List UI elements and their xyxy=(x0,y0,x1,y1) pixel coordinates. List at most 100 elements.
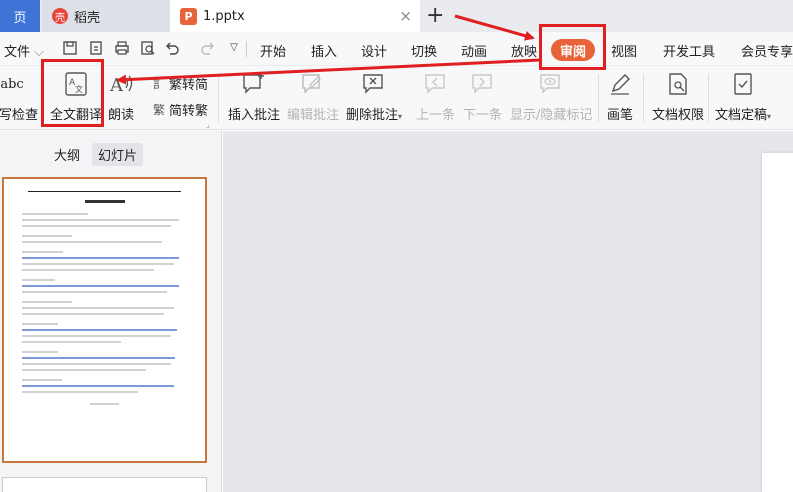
export-pdf-icon[interactable] xyxy=(88,40,104,56)
tab-slides[interactable]: 幻灯片 xyxy=(92,143,144,166)
close-tab-icon[interactable]: × xyxy=(399,7,412,25)
read-aloud-button[interactable]: A 朗读 xyxy=(107,70,135,123)
thumbnail-text-line xyxy=(22,235,72,237)
review-tab-highlight xyxy=(539,24,606,70)
thumbnail-text-line xyxy=(22,291,168,293)
next-comment-button[interactable]: 下一条 xyxy=(463,70,502,123)
thumbnail-text-line xyxy=(22,391,138,393)
new-tab-icon[interactable]: + xyxy=(426,3,444,28)
simp-to-trad-icon: 繁 xyxy=(153,103,166,117)
thumbnail-text-line xyxy=(22,225,171,227)
thumbnail-title-rule xyxy=(28,191,181,192)
docer-logo-icon: 壳 xyxy=(52,8,68,24)
ribbon-separator xyxy=(643,74,644,122)
svg-text:A: A xyxy=(109,75,124,96)
save-icon[interactable] xyxy=(62,40,78,56)
thumbnail-text-line xyxy=(22,219,179,221)
thumbnail-text-line xyxy=(22,213,88,215)
toggle-marks-button[interactable]: 显示/隐藏标记 xyxy=(510,70,592,123)
docer-tab-label: 稻壳 xyxy=(74,10,101,26)
print-icon[interactable] xyxy=(114,40,130,56)
chevron-down-icon: ▾ xyxy=(767,112,772,121)
file-menu[interactable]: 文件 ⌵ xyxy=(4,41,44,60)
tab-slideshow[interactable]: 放映 xyxy=(511,41,537,60)
thumbnail-text-line xyxy=(22,279,55,281)
thumbnail-page-footer xyxy=(89,403,120,405)
ribbon-separator xyxy=(598,74,599,122)
tab-transition[interactable]: 切换 xyxy=(411,41,437,60)
slide-page[interactable] xyxy=(762,153,793,492)
tab-view[interactable]: 视图 xyxy=(611,41,637,60)
undo-icon[interactable] xyxy=(164,40,180,56)
previous-comment-icon xyxy=(422,70,450,98)
thumbnail-text-line xyxy=(22,257,179,259)
document-tab[interactable]: P 1.pptx × xyxy=(170,0,420,32)
menu-bar: 文件 ⌵ ▽ 开始 插入 设计 切换 动画 放映 审阅 视图 开发工具 会员专享 xyxy=(0,32,793,66)
trad-to-simp-icon: 訁 xyxy=(153,77,166,91)
document-lock-icon xyxy=(664,70,692,98)
window-tab-bar: 页 壳 稻壳 P 1.pptx × + xyxy=(0,0,793,32)
thumbnail-text-line xyxy=(22,385,174,387)
ppt-file-icon: P xyxy=(180,7,197,25)
print-preview-icon[interactable] xyxy=(140,40,156,56)
delete-comment-button[interactable]: 删除批注▾ xyxy=(346,70,402,123)
previous-comment-label: 上一条 xyxy=(416,108,456,123)
pen-icon xyxy=(606,70,634,98)
thumbnail-text-line xyxy=(22,285,179,287)
file-menu-label: 文件 xyxy=(4,45,31,60)
translate-button-highlight xyxy=(41,59,104,127)
slide-thumbnail-pane: 大纲 幻灯片 xyxy=(0,131,222,492)
tab-animation[interactable]: 动画 xyxy=(461,41,487,60)
insert-comment-icon xyxy=(240,70,268,98)
thumbnail-text-line xyxy=(22,351,59,353)
ribbon-separator xyxy=(218,74,219,122)
thumbnail-text-line xyxy=(22,369,146,371)
redo-icon[interactable] xyxy=(200,40,216,56)
home-tab[interactable]: 页 xyxy=(0,0,40,32)
slide-thumbnail[interactable] xyxy=(2,477,207,492)
document-finalize-label: 文档定稿▾ xyxy=(715,108,772,123)
docer-tab[interactable]: 壳 稻壳 xyxy=(42,0,170,32)
thumbnail-title xyxy=(84,200,125,203)
edit-comment-button[interactable]: 编辑批注 xyxy=(287,70,339,123)
tab-outline[interactable]: 大纲 xyxy=(48,143,86,166)
slide-thumbnail[interactable] xyxy=(2,177,207,463)
pen-button[interactable]: 画笔 xyxy=(606,70,634,123)
delete-comment-icon xyxy=(360,70,388,98)
quick-access-more-icon[interactable]: ▽ xyxy=(226,40,242,56)
thumbnail-text-line xyxy=(22,307,174,309)
thumbnail-text-line xyxy=(22,323,59,325)
dialog-launcher-icon[interactable]: ⌟ xyxy=(206,120,210,129)
tab-insert[interactable]: 插入 xyxy=(311,41,337,60)
previous-comment-button[interactable]: 上一条 xyxy=(416,70,455,123)
simp-to-trad-label: 简转繁 xyxy=(169,104,209,119)
review-ribbon: abc 拼写检查 ▾ A文 全文翻译 A 朗读 訁 繁转简 繁 简转繁 插入批注 xyxy=(0,66,793,130)
thumbnail-text-line xyxy=(22,251,64,253)
next-comment-icon xyxy=(469,70,497,98)
trad-to-simp-label: 繁转简 xyxy=(169,78,209,93)
thumbnail-text-line xyxy=(22,357,176,359)
document-permission-button[interactable]: 文档权限 xyxy=(652,70,704,123)
toggle-marks-label: 显示/隐藏标记 xyxy=(510,108,593,123)
document-permission-label: 文档权限 xyxy=(652,108,705,123)
spellcheck-icon: abc xyxy=(0,76,24,92)
ribbon-separator xyxy=(708,74,709,122)
document-finalize-button[interactable]: 文档定稿▾ xyxy=(715,70,771,123)
tab-home[interactable]: 开始 xyxy=(260,41,286,60)
document-check-icon xyxy=(729,70,757,98)
delete-comment-label: 删除批注▾ xyxy=(346,108,403,123)
chevron-down-icon: ▾ xyxy=(398,112,403,121)
tab-developer[interactable]: 开发工具 xyxy=(663,41,715,60)
thumbnail-text-line xyxy=(22,263,174,265)
thumbnail-text-line xyxy=(22,241,163,243)
insert-comment-label: 插入批注 xyxy=(228,108,281,123)
trad-to-simp-button[interactable]: 訁 繁转简 xyxy=(153,74,208,93)
simp-to-trad-button[interactable]: 繁 简转繁 xyxy=(153,100,208,119)
thumbnail-text-line xyxy=(22,341,121,343)
tab-member[interactable]: 会员专享 xyxy=(741,41,793,60)
thumbnail-text-line xyxy=(22,301,72,303)
tab-design[interactable]: 设计 xyxy=(361,41,387,60)
slide-canvas[interactable] xyxy=(223,131,793,492)
chevron-down-icon: ▾ xyxy=(33,108,38,117)
insert-comment-button[interactable]: 插入批注 xyxy=(228,70,280,123)
